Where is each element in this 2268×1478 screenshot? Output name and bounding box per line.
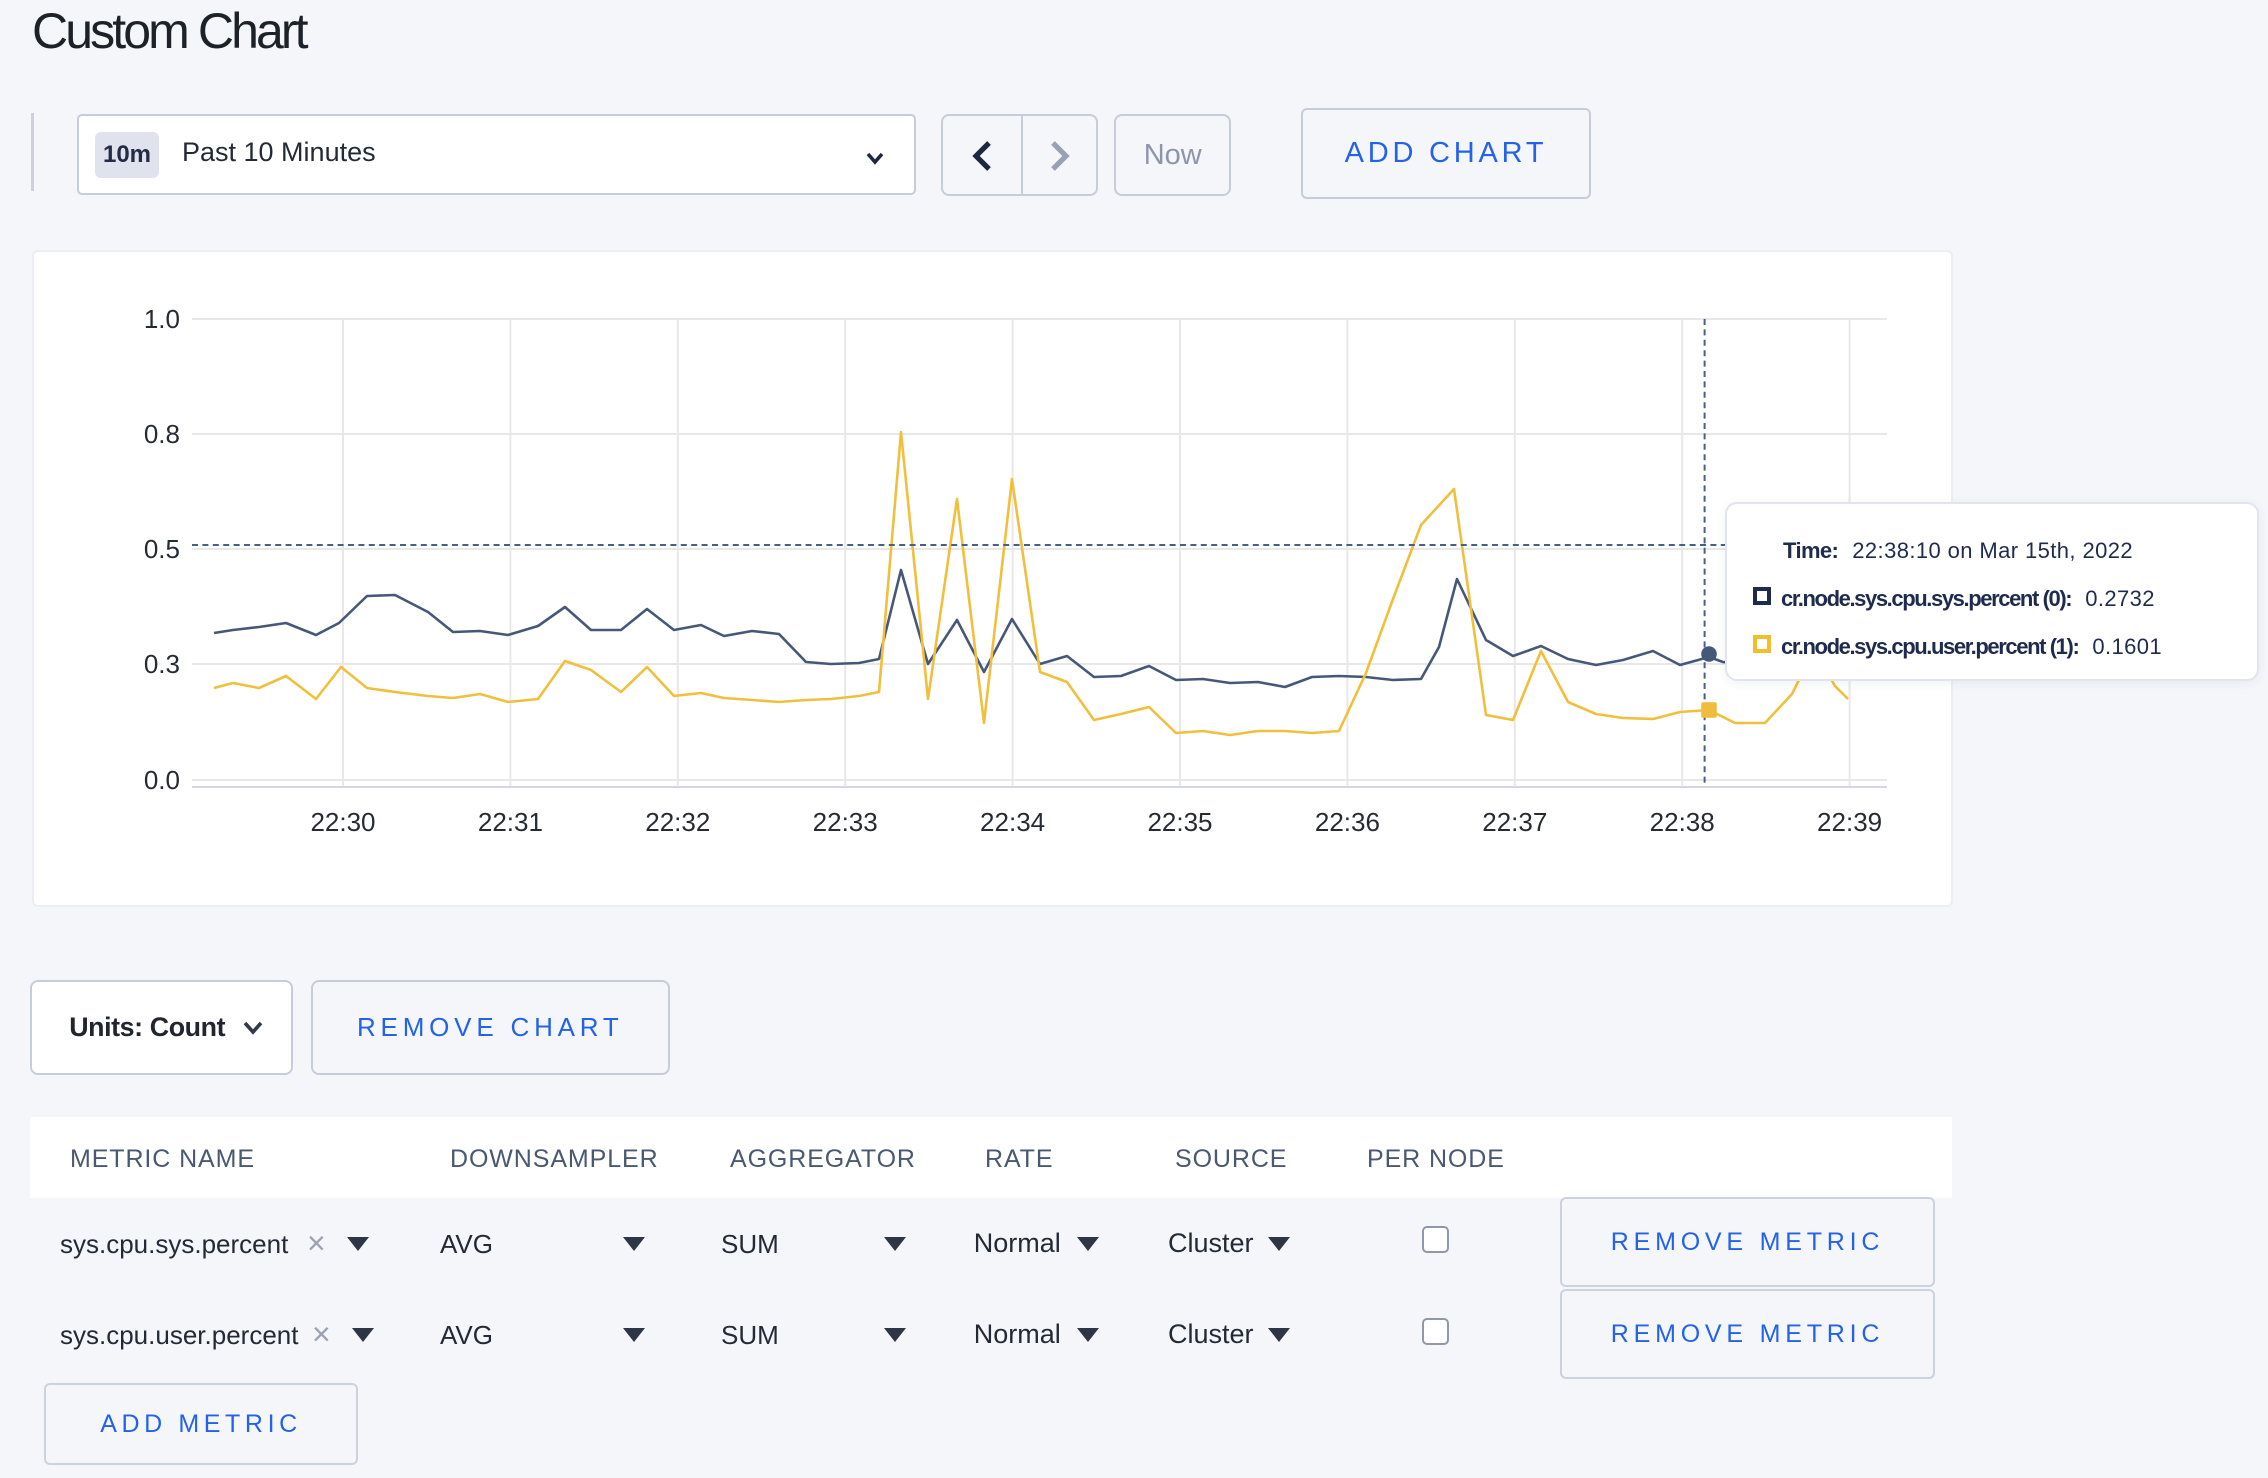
- svg-text:1.0: 1.0: [144, 304, 180, 334]
- svg-text:0.5: 0.5: [144, 534, 180, 564]
- svg-text:22:30: 22:30: [310, 807, 375, 837]
- svg-text:22:31: 22:31: [478, 807, 543, 837]
- svg-text:22:33: 22:33: [813, 807, 878, 837]
- svg-text:22:38: 22:38: [1650, 807, 1715, 837]
- svg-text:22:36: 22:36: [1315, 807, 1380, 837]
- svg-text:22:34: 22:34: [980, 807, 1045, 837]
- svg-text:22:39: 22:39: [1817, 807, 1882, 837]
- svg-text:22:32: 22:32: [645, 807, 710, 837]
- svg-text:0.8: 0.8: [144, 419, 180, 449]
- svg-text:0.0: 0.0: [144, 765, 180, 795]
- svg-text:22:35: 22:35: [1147, 807, 1212, 837]
- svg-text:22:37: 22:37: [1482, 807, 1547, 837]
- svg-text:0.3: 0.3: [144, 649, 180, 679]
